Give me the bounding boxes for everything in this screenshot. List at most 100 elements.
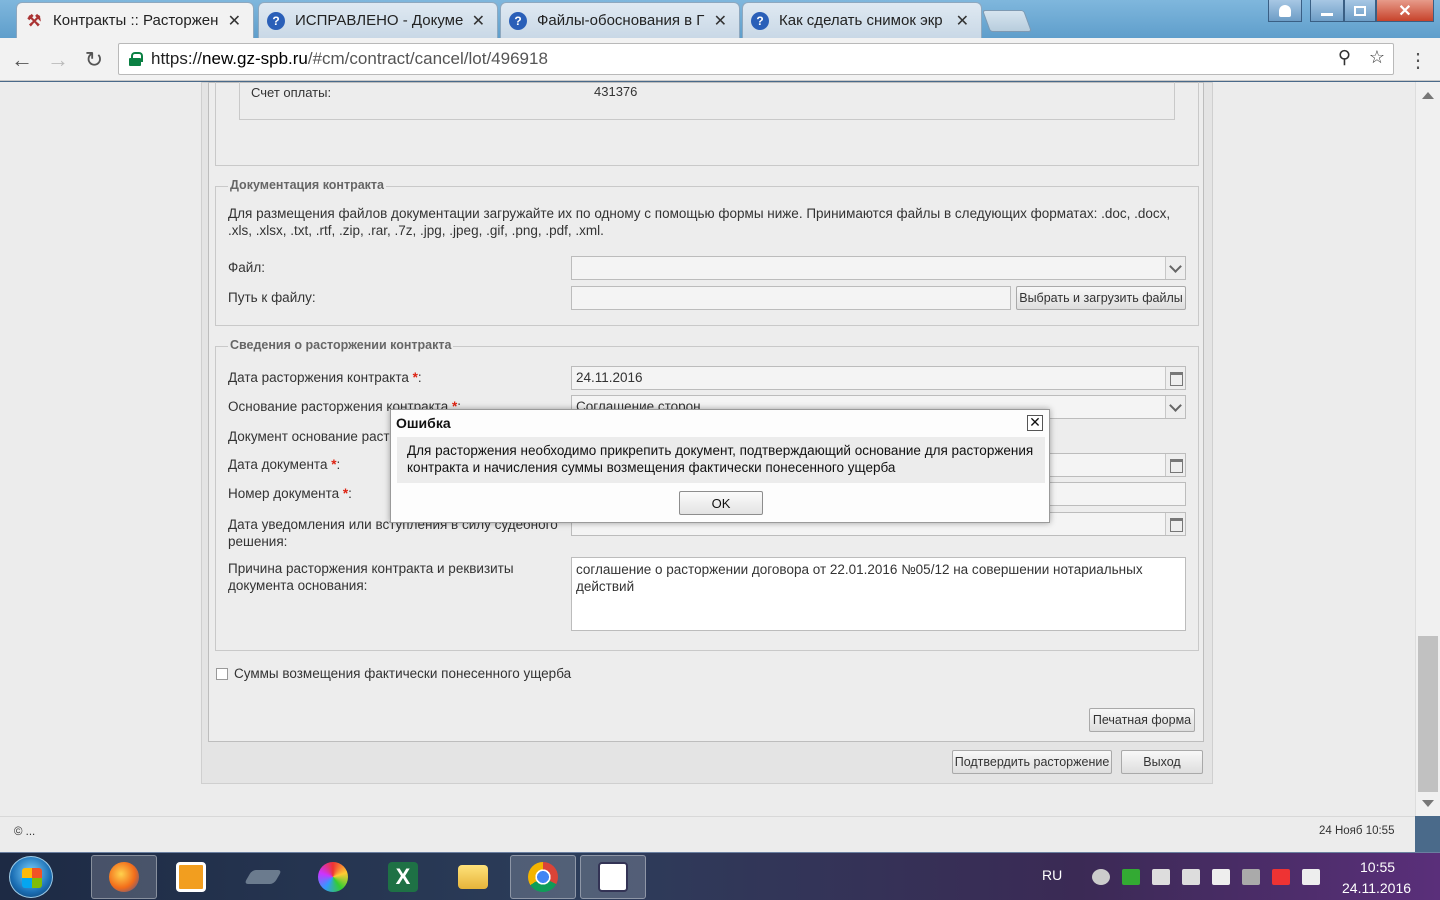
print-form-button[interactable]: Печатная форма [1089, 708, 1195, 732]
kebab-menu-icon: ⋮ [1408, 49, 1428, 72]
new-tab-button[interactable] [981, 10, 1033, 32]
cancel-cause-label-line2: документа основания: [228, 578, 368, 593]
language-indicator[interactable]: RU [1042, 867, 1062, 883]
account-label: Счет оплаты: [251, 85, 332, 100]
reload-button[interactable]: ↻ [80, 46, 108, 74]
url-text: https://new.gz-spb.ru/#cm/contract/cance… [151, 49, 548, 69]
upload-files-button[interactable]: Выбрать и загрузить файлы [1016, 286, 1186, 310]
tray-antivirus-icon[interactable] [1092, 869, 1110, 885]
tray-printer-icon[interactable] [1152, 869, 1170, 885]
tab-justification-files[interactable]: ? Файлы-обоснования в Г ✕ [500, 2, 740, 38]
minimize-button[interactable] [1310, 0, 1344, 22]
calendar-icon[interactable] [1165, 367, 1185, 389]
cancel-cause-textarea[interactable]: соглашение о расторжении договора от 22.… [571, 557, 1186, 631]
browser-toolbar: ← → ↻ https://new.gz-spb.ru/#cm/contract… [0, 38, 1440, 81]
firefox-icon [109, 862, 139, 892]
tray-network-icon[interactable] [1302, 869, 1320, 885]
folder-icon [458, 865, 488, 889]
taskbar-firefox[interactable] [91, 855, 157, 899]
minimize-icon [1321, 13, 1333, 16]
scroll-down-icon[interactable] [1422, 800, 1434, 807]
close-icon[interactable]: ✕ [714, 11, 727, 31]
close-icon[interactable]: ✕ [1027, 415, 1043, 431]
tray-usb-icon[interactable] [1242, 869, 1260, 885]
bookmark-star-icon[interactable]: ☆ [1369, 47, 1385, 68]
exit-button[interactable]: Выход [1121, 750, 1203, 774]
calendar-icon[interactable] [1165, 454, 1185, 476]
url-host: new.gz-spb.ru [202, 49, 308, 68]
tray-flag-icon[interactable] [1272, 869, 1290, 885]
damages-checkbox-label: Суммы возмещения фактически понесенного … [234, 666, 572, 681]
page-scrollbar[interactable] [1415, 82, 1440, 816]
documentation-legend: Документация контракта [228, 178, 387, 192]
window-close-button[interactable]: ✕ [1376, 0, 1434, 22]
file-select[interactable] [571, 256, 1186, 280]
tab-contracts[interactable]: ⚒ Контракты :: Расторжен ✕ [16, 2, 254, 38]
tab-screenshot-howto[interactable]: ? Как сделать снимок экр ✕ [742, 2, 982, 38]
tab-title: Контракты :: Расторжен [53, 12, 219, 29]
scanner-icon [243, 870, 283, 884]
taskbar-explorer[interactable] [440, 855, 506, 899]
scroll-up-icon[interactable] [1422, 92, 1434, 99]
zoom-icon[interactable]: ⚲ [1338, 47, 1351, 68]
calendar-icon[interactable] [1165, 513, 1185, 535]
paint-palette-icon [318, 862, 348, 892]
taskbar-scanner[interactable] [230, 855, 296, 899]
close-icon[interactable]: ✕ [228, 11, 241, 31]
url-scheme: https:// [151, 49, 203, 68]
help-icon: ? [267, 12, 285, 30]
tray-network-monitor-icon[interactable] [1122, 869, 1140, 885]
taskbar-excel[interactable]: X [370, 855, 436, 899]
document-number-label: Номер документа *: [228, 486, 352, 501]
damages-checkbox[interactable] [216, 668, 228, 680]
document-date-label: Дата документа *: [228, 457, 340, 472]
clock-time[interactable]: 10:55 [1360, 859, 1395, 875]
arrow-right-icon: → [47, 47, 69, 72]
chevron-down-icon[interactable] [1165, 396, 1185, 418]
calendar-icon [598, 862, 628, 892]
tray-volume-muted-icon[interactable] [1212, 869, 1230, 885]
clock-date[interactable]: 24.11.2016 [1342, 880, 1411, 896]
start-button[interactable] [9, 856, 53, 898]
maximize-button[interactable] [1344, 0, 1376, 22]
taskbar-paint[interactable] [300, 855, 366, 899]
cancel-date-input[interactable]: 24.11.2016 [571, 366, 1186, 390]
back-button[interactable]: ← [8, 46, 36, 74]
document-number-label-text: Номер документа [228, 486, 340, 501]
tab-fixed-doc[interactable]: ? ИСПРАВЛЕНО - Докуме ✕ [258, 2, 498, 38]
address-bar[interactable]: https://new.gz-spb.ru/#cm/contract/cance… [118, 43, 1394, 75]
cancel-date-label: Дата расторжения контракта *: [228, 370, 422, 385]
browser-tab-strip: ⚒ Контракты :: Расторжен ✕ ? ИСПРАВЛЕНО … [0, 0, 1440, 38]
forward-button[interactable]: → [44, 46, 72, 74]
taskbar-calendar[interactable] [580, 855, 646, 899]
restore-icon [1354, 5, 1366, 16]
ok-button[interactable]: OK [679, 491, 763, 515]
tab-title: Файлы-обоснования в Г [537, 12, 705, 29]
cancel-date-value: 24.11.2016 [576, 370, 643, 385]
profile-button[interactable] [1268, 0, 1302, 22]
taskbar-media-player[interactable] [158, 855, 224, 899]
user-icon [1279, 4, 1291, 17]
close-icon[interactable]: ✕ [956, 11, 969, 31]
close-icon: ✕ [1398, 2, 1412, 20]
scroll-thumb[interactable] [1418, 636, 1438, 792]
close-icon[interactable]: ✕ [472, 11, 485, 31]
lock-icon [129, 52, 143, 66]
chevron-down-icon[interactable] [1165, 257, 1185, 279]
windows-taskbar: X RU 10:55 24.11.2016 [0, 852, 1440, 900]
cancellation-legend: Сведения о расторжении контракта [228, 338, 454, 352]
file-path-input[interactable] [571, 286, 1011, 310]
cancel-date-label-text: Дата расторжения контракта [228, 370, 409, 385]
payment-details-box [239, 82, 1175, 120]
tray-printer2-icon[interactable] [1182, 869, 1200, 885]
taskbar-chrome[interactable] [510, 855, 576, 899]
excel-icon: X [388, 862, 418, 892]
menu-button[interactable]: ⋮ [1404, 46, 1432, 74]
account-value: 431376 [594, 84, 638, 99]
confirm-cancellation-button[interactable]: Подтвердить расторжение [952, 750, 1112, 774]
help-icon: ? [509, 12, 527, 30]
chrome-icon [528, 862, 558, 892]
media-player-icon [176, 862, 206, 892]
file-path-label: Путь к файлу: [228, 290, 316, 305]
cancel-cause-label-line1: Причина расторжения контракта и реквизит… [228, 561, 514, 576]
